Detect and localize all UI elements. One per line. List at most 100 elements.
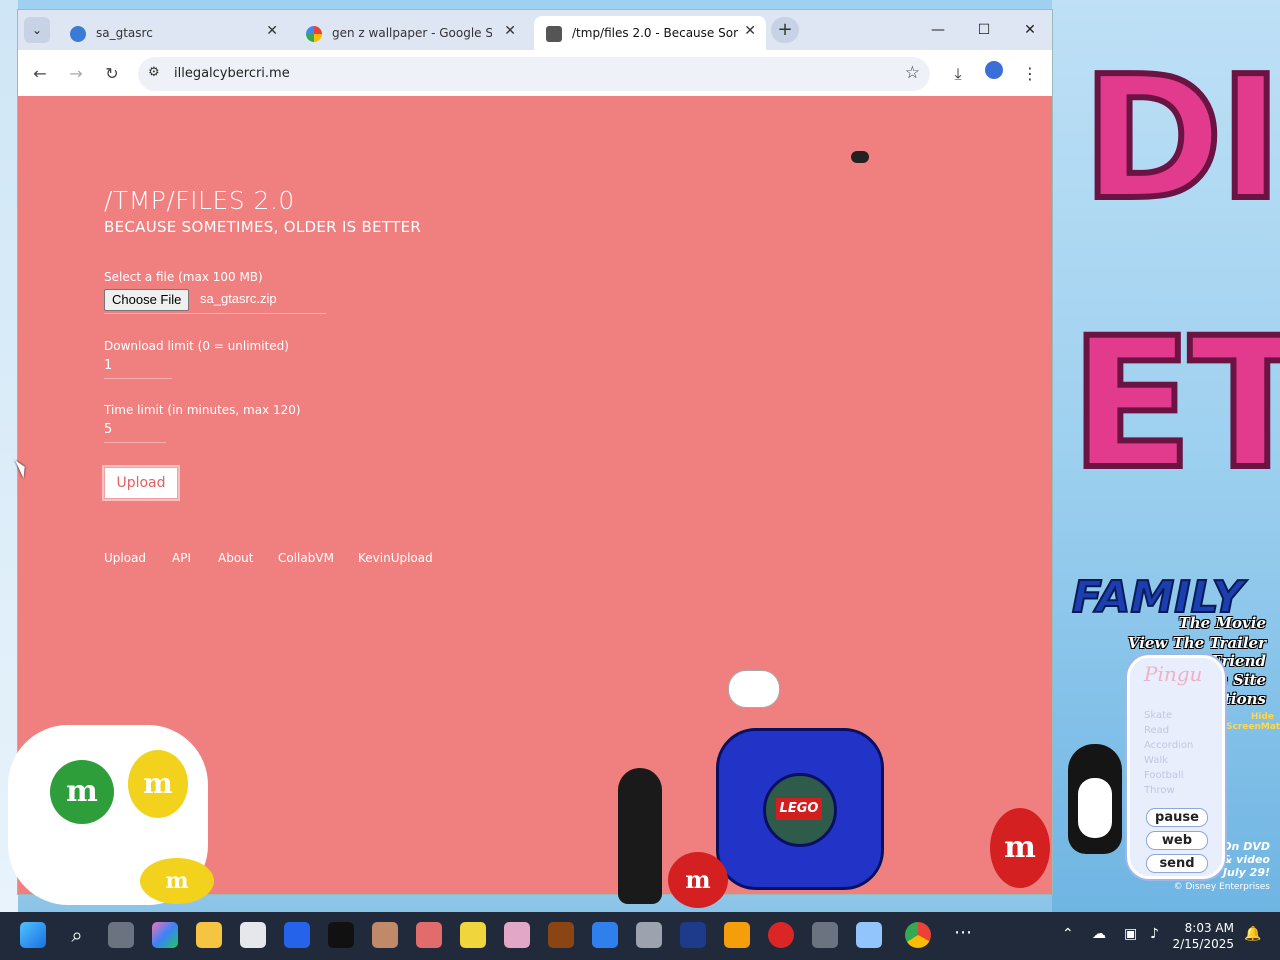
- close-window-button[interactable]: ✕: [1010, 18, 1050, 42]
- new-tab-button[interactable]: +: [771, 17, 799, 43]
- footer-link-kevinupload[interactable]: KevinUpload: [358, 551, 433, 565]
- close-icon: ✕: [1024, 22, 1036, 38]
- cat-screenmate[interactable]: [728, 670, 780, 708]
- url-text: illegalcybercri.me: [174, 66, 290, 81]
- pink-app-icon[interactable]: [504, 922, 530, 948]
- defender-shield-icon[interactable]: [284, 922, 310, 948]
- yellow-mm-lying[interactable]: m: [140, 858, 214, 904]
- footer-link-upload[interactable]: Upload: [104, 551, 146, 565]
- site-favicon-icon: [546, 26, 562, 42]
- promo-hide-screenmate[interactable]: Hide ScreenMate: [1226, 712, 1280, 732]
- chevron-up-icon[interactable]: ⌃: [1062, 926, 1074, 942]
- promo-trailer[interactable]: View The Trailer: [1128, 634, 1266, 652]
- clock[interactable]: 8:03 AM 2/15/2025: [1172, 920, 1234, 952]
- footer-link-about[interactable]: About: [218, 551, 253, 565]
- tab-tmp-files[interactable]: /tmp/files 2.0 - Because Sometimes ✕: [534, 16, 766, 50]
- pingu-penguin[interactable]: [1068, 744, 1122, 854]
- copilot-icon[interactable]: [152, 922, 178, 948]
- time-limit-input[interactable]: 5: [104, 422, 166, 443]
- file-label: Select a file (max 100 MB): [104, 270, 263, 284]
- cat-app-icon[interactable]: [328, 922, 354, 948]
- character-app-icon[interactable]: [372, 922, 398, 948]
- task-view-icon[interactable]: [108, 922, 134, 948]
- pingu-web-button[interactable]: web: [1146, 831, 1208, 850]
- lego-gadget[interactable]: LEGO: [716, 728, 884, 890]
- tab-sa-gtasrc[interactable]: sa_gtasrc ✕: [58, 16, 288, 50]
- mm-letter: m: [66, 774, 98, 809]
- address-bar[interactable]: ⚙ illegalcybercri.me ☆: [138, 57, 930, 91]
- spongebob-app-icon[interactable]: [460, 922, 486, 948]
- profile-icon: [985, 61, 1003, 79]
- pingu-menu-item[interactable]: Football: [1144, 768, 1193, 783]
- pingu-menu-item[interactable]: Read: [1144, 723, 1193, 738]
- bookmark-star-icon[interactable]: ☆: [905, 63, 920, 83]
- pingu-menu-item[interactable]: Throw: [1144, 783, 1193, 798]
- pingu-menu-item[interactable]: Skate: [1144, 708, 1193, 723]
- forward-button[interactable]: →: [64, 62, 88, 86]
- tuxedo-cat[interactable]: [618, 768, 662, 904]
- maximize-button[interactable]: ☐: [964, 18, 1004, 42]
- close-icon[interactable]: ✕: [504, 23, 516, 39]
- menu-button[interactable]: ⋮: [1017, 61, 1043, 87]
- red-app-icon[interactable]: [768, 922, 794, 948]
- arrow-right-icon: →: [69, 64, 83, 83]
- monitor-app-icon[interactable]: [680, 922, 706, 948]
- download-limit-input[interactable]: 1: [104, 358, 172, 379]
- profile-button[interactable]: [981, 61, 1007, 87]
- tab-title: sa_gtasrc: [96, 26, 153, 40]
- bird-app-icon[interactable]: [416, 922, 442, 948]
- page-subtitle: BECAUSE SOMETIMES, OLDER IS BETTER: [104, 218, 422, 236]
- pingu-send-button[interactable]: send: [1146, 854, 1208, 873]
- recycle-bin-icon[interactable]: [636, 922, 662, 948]
- file-input[interactable]: Choose File sa_gtasrc.zip: [104, 289, 326, 314]
- close-icon[interactable]: ✕: [266, 23, 278, 39]
- red-mm-slingshot[interactable]: m: [990, 808, 1050, 888]
- choose-file-button[interactable]: Choose File: [104, 289, 190, 311]
- taskbar: ⌕ ⋯ ⌃ ☁ ▣ ♪ 8:03 AM 2/15/2025 🔔: [0, 912, 1280, 960]
- pingu-menu-item[interactable]: Walk: [1144, 753, 1193, 768]
- volume-icon[interactable]: ♪: [1150, 926, 1159, 942]
- browser-toolbar: ← → ↻ ⚙ illegalcybercri.me ☆ ⤓ ⋮: [18, 50, 1052, 96]
- yellow-mm-character[interactable]: m: [128, 750, 188, 818]
- network-icon[interactable]: ▣: [1124, 926, 1137, 942]
- close-icon[interactable]: ✕: [744, 23, 756, 39]
- tab-strip: ⌄ sa_gtasrc ✕ gen z wallpaper - Google S…: [18, 10, 1052, 50]
- site-info-icon[interactable]: ⚙: [148, 65, 160, 80]
- fly-screenmate[interactable]: [845, 135, 875, 171]
- tab-search-button[interactable]: ⌄: [24, 17, 50, 43]
- mm-letter: m: [143, 767, 173, 800]
- orange-app-icon[interactable]: [724, 922, 750, 948]
- red-mm-lying[interactable]: m: [668, 852, 728, 908]
- store-icon[interactable]: [240, 922, 266, 948]
- downloads-button[interactable]: ⤓: [945, 61, 971, 87]
- footer-link-collabvm[interactable]: CollabVM: [278, 551, 334, 565]
- tab-title: /tmp/files 2.0 - Because Sometimes: [572, 26, 738, 40]
- tab-google-search[interactable]: gen z wallpaper - Google Search ✕: [294, 16, 526, 50]
- start-windows-icon[interactable]: [20, 922, 46, 948]
- file-explorer-icon[interactable]: [196, 922, 222, 948]
- back-button[interactable]: ←: [28, 62, 52, 86]
- promo-movie[interactable]: The Movie: [1179, 614, 1266, 632]
- dog-app-icon[interactable]: [812, 922, 838, 948]
- chrome-icon[interactable]: [905, 922, 931, 948]
- green-mm-character[interactable]: m: [50, 760, 114, 824]
- upload-button[interactable]: Upload: [104, 467, 178, 499]
- pingu-menu-item[interactable]: Accordion: [1144, 738, 1193, 753]
- arrow-left-icon: ←: [33, 64, 47, 83]
- search-icon[interactable]: ⌕: [64, 922, 90, 948]
- chevron-down-icon: ⌄: [31, 23, 43, 37]
- lego-logo: LEGO: [776, 798, 822, 820]
- more-icon[interactable]: ⋯: [950, 922, 976, 948]
- reload-button[interactable]: ↻: [100, 62, 124, 86]
- pingu-pause-button[interactable]: pause: [1146, 808, 1208, 827]
- minimize-button[interactable]: —: [918, 18, 958, 42]
- figure-app-icon[interactable]: [548, 922, 574, 948]
- network-app-icon[interactable]: [856, 922, 882, 948]
- notepad-icon[interactable]: [592, 922, 618, 948]
- wallpaper-text-di: DI: [1079, 37, 1280, 241]
- minimize-icon: —: [931, 22, 945, 38]
- download-icon: ⤓: [954, 64, 962, 83]
- notification-bell-icon[interactable]: 🔔: [1244, 926, 1261, 942]
- cloud-icon[interactable]: ☁: [1092, 926, 1106, 942]
- footer-link-api[interactable]: API: [172, 551, 191, 565]
